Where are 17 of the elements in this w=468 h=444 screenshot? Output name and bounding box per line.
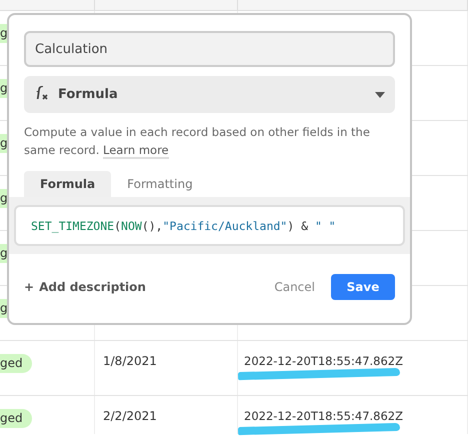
field-type-dropdown[interactable]: Formula [24, 76, 395, 113]
caret-icon [375, 92, 385, 98]
calculation-cell: 2022-12-20T18:55:47.862Z [244, 409, 403, 424]
cancel-button[interactable]: Cancel [264, 276, 325, 298]
tab[interactable]: Formatting [111, 171, 209, 197]
tab[interactable]: Formula [24, 171, 112, 197]
field-description: Compute a value in each record based on other fields in the same record. Learn more [24, 124, 371, 159]
add-description-button[interactable]: + Add description [24, 280, 146, 294]
learn-more-link[interactable]: Learn more [103, 143, 169, 159]
field-name-input[interactable]: Calculation [24, 31, 395, 67]
calculation-cell: 2022-12-20T18:55:47.862Z [244, 354, 403, 369]
date-cell: 1/8/2021 [103, 354, 157, 368]
status-tag: ged [0, 409, 32, 428]
save-button[interactable]: Save [331, 274, 395, 300]
formula-editor[interactable]: SET_TIMEZONE(NOW(),"Pacific/Auckland") & " " [14, 205, 405, 246]
date-cell: 2/2/2021 [103, 409, 157, 423]
status-tag: ged [0, 354, 32, 373]
